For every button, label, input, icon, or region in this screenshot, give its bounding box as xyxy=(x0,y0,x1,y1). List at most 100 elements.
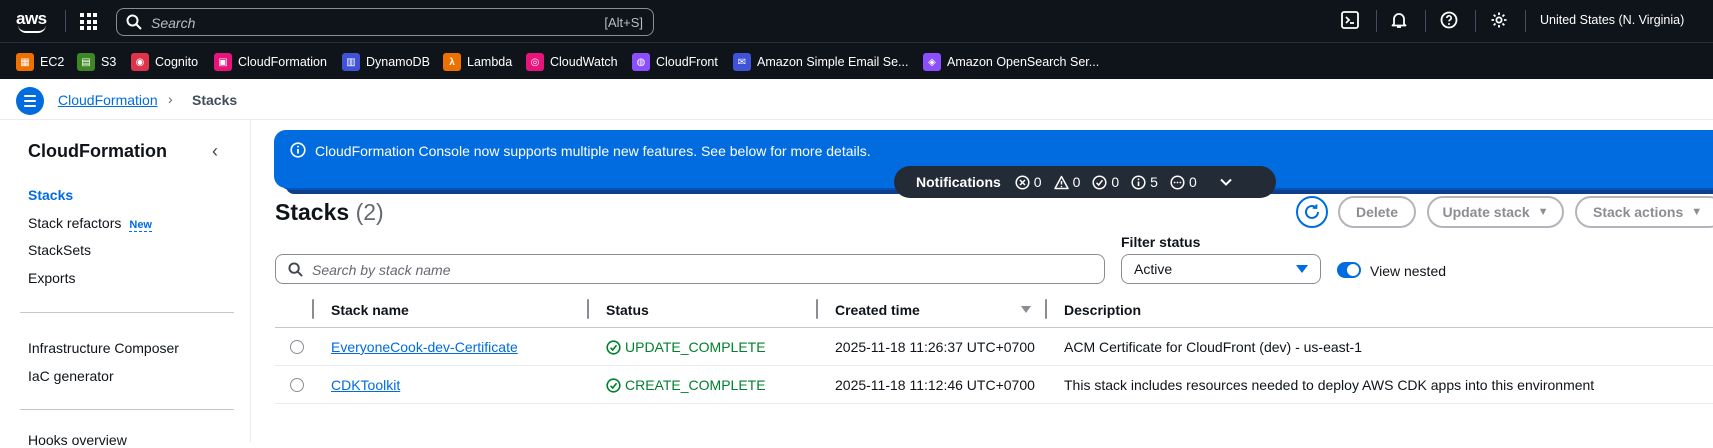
sidebar-divider xyxy=(20,312,234,313)
favorite-label: EC2 xyxy=(40,55,65,69)
sidebar-item-stack-refactors[interactable]: Stack refactors New xyxy=(28,215,152,232)
favorite-dynamodb[interactable]: ▥ DynamoDB xyxy=(342,52,430,72)
column-separator xyxy=(312,299,314,319)
favorite-label: Amazon Simple Email Se... xyxy=(757,55,909,69)
breadcrumb-cloudformation[interactable]: CloudFormation xyxy=(58,92,158,108)
favorite-opensearch[interactable]: ◈ Amazon OpenSearch Ser... xyxy=(923,52,1099,72)
cloudfront-icon: ◍ xyxy=(632,53,650,71)
opensearch-icon: ◈ xyxy=(923,53,941,71)
column-stack-name[interactable]: Stack name xyxy=(331,302,409,318)
column-separator[interactable] xyxy=(816,299,818,319)
success-count-value: 0 xyxy=(1111,174,1120,190)
stack-search-input[interactable]: Search by stack name xyxy=(275,254,1105,284)
cognito-icon: ◉ xyxy=(131,53,149,71)
info-count: 5 xyxy=(1131,174,1158,190)
sidebar-item-exports[interactable]: Exports xyxy=(28,270,75,286)
info-icon xyxy=(290,142,306,158)
s3-icon: ▤ xyxy=(77,53,95,71)
new-badge: New xyxy=(129,219,152,232)
dynamodb-icon: ▥ xyxy=(342,53,360,71)
services-grid-icon[interactable] xyxy=(80,13,97,30)
favorite-ec2[interactable]: ▦ EC2 xyxy=(16,52,64,72)
warning-count: 0 xyxy=(1053,174,1081,190)
table-header: Stack name Status Created time Descripti… xyxy=(275,292,1713,328)
favorite-label: CloudFront xyxy=(656,55,718,69)
in-progress-count: 0 xyxy=(1170,174,1197,190)
top-navigation: aws Search [Alt+S] United States (N. Vir… xyxy=(0,0,1713,42)
chevron-down-icon[interactable] xyxy=(1219,175,1233,189)
sidebar-item-infrastructure-composer[interactable]: Infrastructure Composer xyxy=(28,340,179,356)
update-stack-button[interactable]: Update stack ▼ xyxy=(1427,196,1564,228)
refresh-icon xyxy=(1305,204,1319,219)
bell-icon[interactable] xyxy=(1390,11,1410,31)
column-separator[interactable] xyxy=(587,299,589,319)
caret-down-icon xyxy=(1296,265,1308,273)
warning-icon xyxy=(1053,175,1069,189)
info-count-value: 5 xyxy=(1150,174,1158,190)
favorite-cognito[interactable]: ◉ Cognito xyxy=(131,52,198,72)
breadcrumb: CloudFormation › Stacks xyxy=(0,79,1713,120)
search-icon xyxy=(288,262,303,277)
table-row: CDKToolkit CREATE_COMPLETE 2025-11-18 11… xyxy=(275,366,1713,404)
favorite-s3[interactable]: ▤ S3 xyxy=(77,52,116,72)
row-select-radio[interactable] xyxy=(290,378,304,392)
stack-name-link[interactable]: CDKToolkit xyxy=(331,377,400,393)
sidebar-item-label: Stack refactors xyxy=(28,215,122,231)
notifications-label: Notifications xyxy=(916,174,1001,190)
cloudshell-icon[interactable] xyxy=(1341,11,1361,31)
aws-logo[interactable]: aws xyxy=(16,9,48,33)
chevron-left-icon[interactable]: ‹ xyxy=(212,141,218,162)
search-icon xyxy=(126,14,142,30)
side-navigation: CloudFormation ‹ Stacks Stack refactors N… xyxy=(0,120,251,448)
stacks-count: (2) xyxy=(355,199,384,225)
update-stack-label: Update stack xyxy=(1442,204,1530,220)
global-search-input[interactable]: Search [Alt+S] xyxy=(116,8,654,36)
column-created-time[interactable]: Created time xyxy=(835,302,920,318)
filter-status-select[interactable]: Active xyxy=(1121,254,1321,284)
column-separator[interactable] xyxy=(1045,299,1047,319)
info-icon xyxy=(1131,174,1146,190)
favorite-ses[interactable]: ✉ Amazon Simple Email Se... xyxy=(733,52,908,72)
stacks-title: Stacks xyxy=(275,199,350,225)
table-row: EveryoneCook-dev-Certificate UPDATE_COMP… xyxy=(275,328,1713,366)
favorite-cloudwatch[interactable]: ◎ CloudWatch xyxy=(526,52,618,72)
sidebar-title[interactable]: CloudFormation xyxy=(28,141,167,162)
notifications-bar[interactable]: Notifications 0 0 0 5 0 xyxy=(894,166,1276,198)
sort-descending-icon[interactable] xyxy=(1021,306,1031,313)
region-selector[interactable]: United States (N. Virginia) xyxy=(1540,13,1684,27)
sidebar-item-stacksets[interactable]: StackSets xyxy=(28,242,91,258)
favorite-lambda[interactable]: λ Lambda xyxy=(443,52,512,72)
sidebar-item-stacks[interactable]: Stacks xyxy=(28,187,73,203)
main-content: CloudFormation Console now supports mult… xyxy=(251,120,1713,442)
stack-actions-button[interactable]: Stack actions ▼ xyxy=(1575,196,1713,228)
sidebar-item-iac-generator[interactable]: IaC generator xyxy=(28,368,114,384)
favorite-label: CloudFormation xyxy=(238,55,327,69)
favorite-label: Amazon OpenSearch Ser... xyxy=(947,55,1100,69)
warning-count-value: 0 xyxy=(1072,174,1081,190)
stack-name-link[interactable]: EveryoneCook-dev-Certificate xyxy=(331,339,518,355)
sidebar-item-hooks-overview[interactable]: Hooks overview xyxy=(28,432,127,448)
email-icon: ✉ xyxy=(733,53,751,71)
favorite-label: Cognito xyxy=(155,55,199,69)
favorite-cloudformation[interactable]: ▣ CloudFormation xyxy=(214,52,327,72)
view-nested-toggle[interactable] xyxy=(1337,262,1361,278)
breadcrumb-current: Stacks xyxy=(192,92,238,108)
row-select-radio[interactable] xyxy=(290,340,304,354)
success-icon xyxy=(606,377,621,393)
favorite-cloudfront[interactable]: ◍ CloudFront xyxy=(632,52,718,72)
help-icon[interactable] xyxy=(1440,11,1460,31)
column-description[interactable]: Description xyxy=(1064,302,1141,318)
refresh-button[interactable] xyxy=(1296,196,1328,228)
success-icon xyxy=(606,339,621,355)
stack-actions-label: Stack actions xyxy=(1593,204,1684,220)
caret-down-icon: ▼ xyxy=(1537,206,1549,218)
stacks-heading: Stacks (2) xyxy=(275,199,384,226)
nav-divider xyxy=(1475,10,1476,32)
favorite-label: CloudWatch xyxy=(550,55,618,69)
delete-button[interactable]: Delete xyxy=(1338,196,1416,228)
side-navigation-toggle[interactable] xyxy=(16,87,44,115)
cloudwatch-icon: ◎ xyxy=(526,53,544,71)
gear-icon[interactable] xyxy=(1490,11,1510,31)
column-status[interactable]: Status xyxy=(606,302,649,318)
chevron-right-icon: › xyxy=(168,91,173,107)
